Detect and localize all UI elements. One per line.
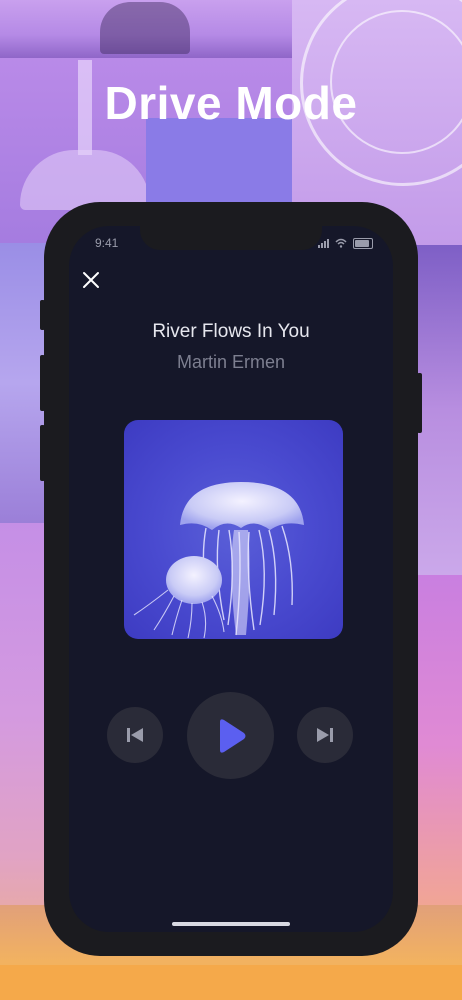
- close-icon: [83, 272, 99, 288]
- skip-next-icon: [317, 728, 333, 742]
- status-icons: [318, 236, 378, 250]
- close-button[interactable]: [80, 269, 102, 291]
- album-art: [124, 420, 343, 639]
- status-time: 9:41: [95, 236, 119, 250]
- next-button[interactable]: [297, 707, 353, 763]
- home-indicator[interactable]: [172, 922, 290, 926]
- battery-icon: [353, 237, 373, 249]
- previous-button[interactable]: [107, 707, 163, 763]
- people-silhouette: [100, 2, 190, 54]
- jellyfish-image: [133, 482, 304, 639]
- play-icon: [219, 718, 245, 753]
- play-button[interactable]: [187, 692, 274, 779]
- page-title: Drive Mode: [104, 77, 358, 129]
- skip-previous-icon: [127, 728, 143, 742]
- rock-photo-tile: [416, 245, 462, 575]
- song-title: River Flows In You: [152, 321, 310, 342]
- phone-notch: [140, 226, 322, 250]
- artist-name: Martin Ermen: [176, 352, 286, 372]
- wifi-icon: [335, 238, 347, 248]
- sun-glow-tile: [0, 965, 462, 1000]
- cellular-signal-icon: [318, 238, 329, 248]
